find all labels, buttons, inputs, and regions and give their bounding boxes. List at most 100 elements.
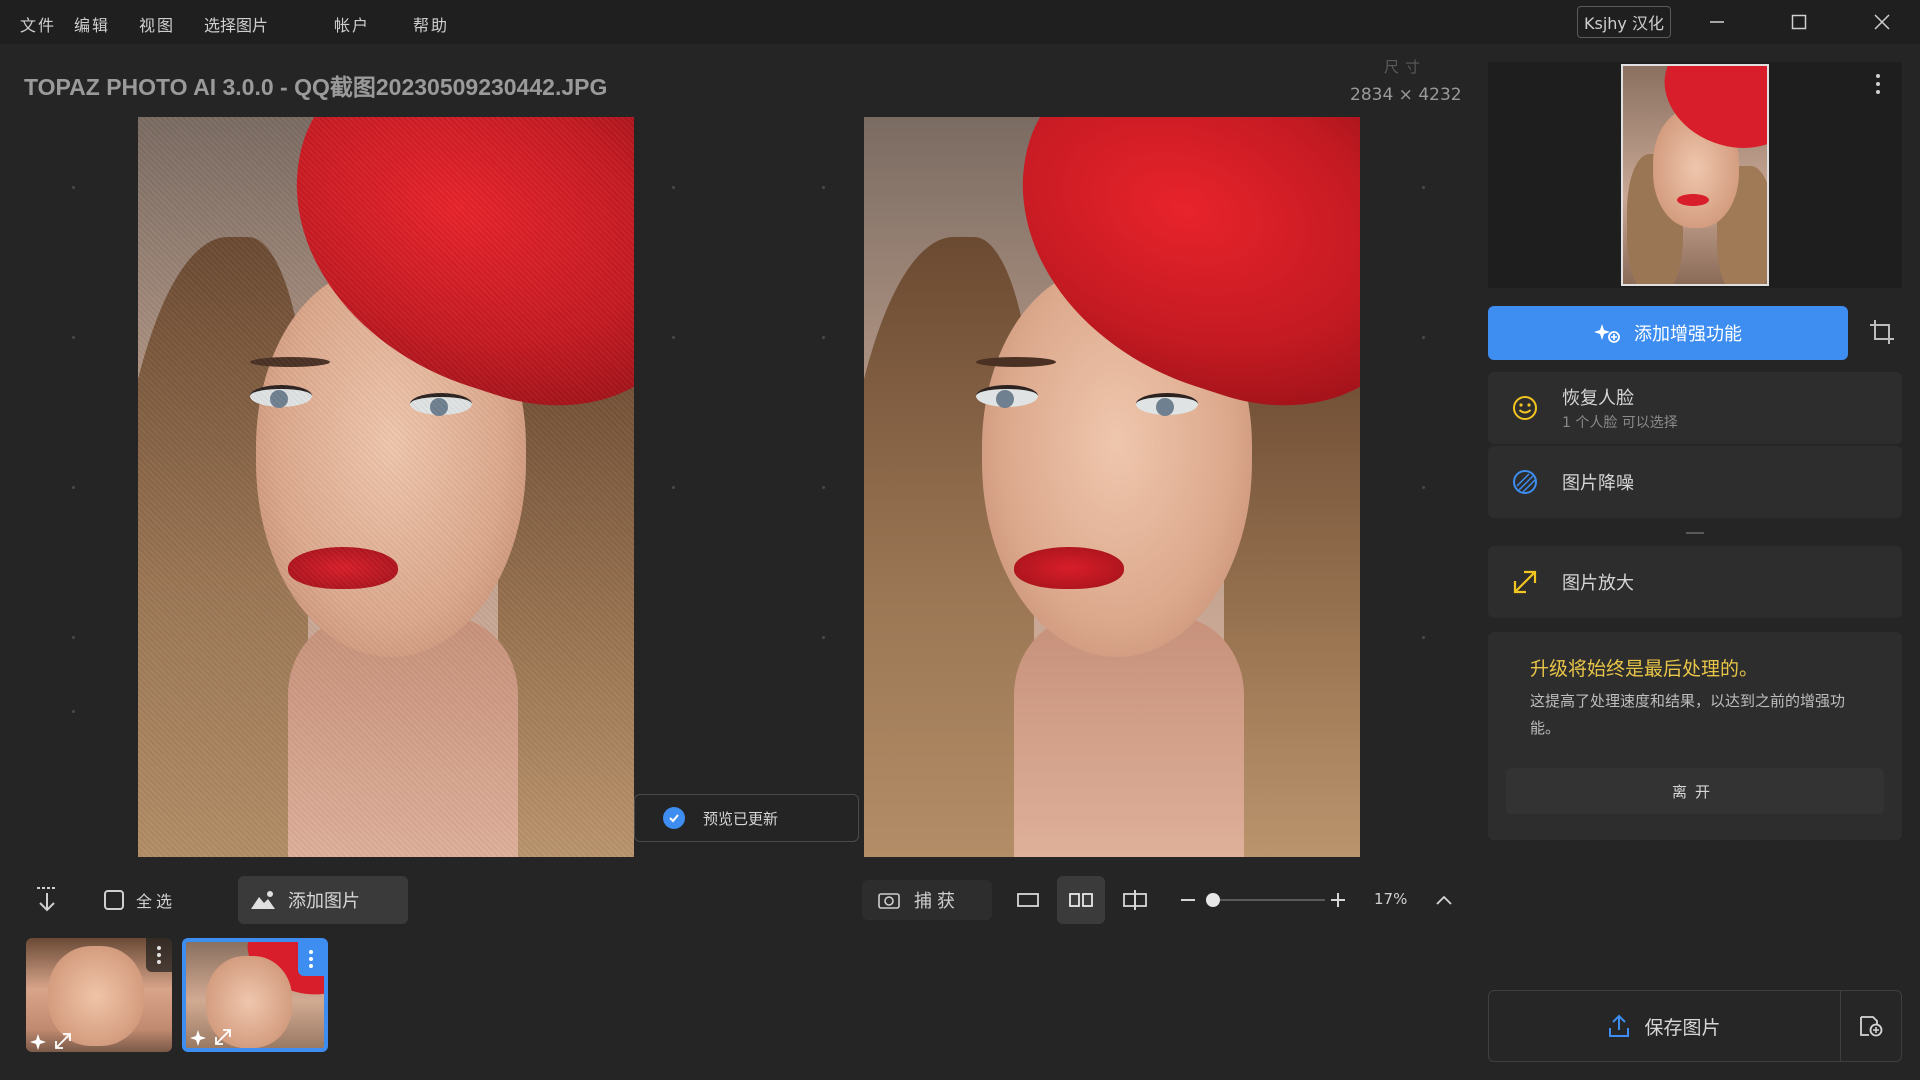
- save-area: 保存图片: [1488, 990, 1902, 1062]
- section-divider: [1686, 532, 1704, 534]
- thumbnail-menu-button[interactable]: [146, 938, 172, 972]
- zoom-in-button[interactable]: [1314, 876, 1362, 924]
- preview-canvas[interactable]: [0, 44, 1488, 864]
- sparkle-icon: [190, 1030, 206, 1046]
- select-all-label: 全选: [136, 892, 177, 911]
- maximize-button[interactable]: [1772, 6, 1826, 38]
- original-photo[interactable]: [138, 117, 634, 857]
- close-button[interactable]: [1855, 6, 1909, 38]
- split-view-button[interactable]: [1111, 876, 1159, 924]
- grid-dot: [72, 710, 75, 713]
- menu-view[interactable]: 视图: [139, 12, 175, 36]
- side-by-side-icon: [1069, 893, 1093, 907]
- thumbnail-badges: [190, 1028, 232, 1046]
- photo-face: [256, 267, 526, 657]
- smiley-icon: [1513, 396, 1537, 420]
- sparkles-add-icon: [1594, 324, 1620, 343]
- grid-dot: [822, 186, 825, 189]
- preview-status-toast: 预览已更新: [634, 794, 859, 842]
- mountain-image-icon: [251, 891, 275, 909]
- panel-menu-button[interactable]: [1876, 74, 1880, 94]
- add-image-button[interactable]: 添加图片: [238, 876, 408, 924]
- grid-dot: [672, 336, 675, 339]
- leave-button[interactable]: 离开: [1506, 768, 1884, 814]
- enhancement-denoise[interactable]: 图片降噪: [1488, 446, 1902, 518]
- navigator-thumbnail[interactable]: [1621, 64, 1769, 286]
- close-icon: [1874, 14, 1890, 30]
- navigator-preview[interactable]: [1488, 62, 1902, 288]
- save-image-button[interactable]: 保存图片: [1489, 991, 1841, 1061]
- side-by-side-view-button[interactable]: [1057, 876, 1105, 924]
- plus-icon: [1331, 893, 1345, 907]
- photo-eye: [250, 385, 312, 408]
- import-button[interactable]: [34, 876, 64, 924]
- photo-lips: [288, 547, 398, 589]
- grid-dot: [72, 486, 75, 489]
- photo-neck: [288, 617, 518, 857]
- sparkle-icon: [30, 1034, 46, 1050]
- single-view-icon: [1017, 893, 1039, 907]
- menu-select-image[interactable]: 选择图片: [204, 12, 268, 36]
- menu-edit[interactable]: 编辑: [74, 12, 110, 36]
- photo-eye: [410, 393, 472, 416]
- kebab-dot: [1876, 90, 1880, 94]
- capture-button[interactable]: 捕获: [862, 880, 992, 920]
- thumbnail-menu-button[interactable]: [298, 942, 324, 976]
- grid-dot: [72, 186, 75, 189]
- add-enhancement-label: 添加增强功能: [1634, 324, 1742, 345]
- zoom-slider-handle[interactable]: [1206, 893, 1221, 907]
- single-view-button[interactable]: [1004, 876, 1052, 924]
- grid-dot: [822, 486, 825, 489]
- zoom-out-button[interactable]: [1164, 876, 1212, 924]
- enhancement-title: 图片降噪: [1562, 473, 1634, 494]
- menu-account[interactable]: 帐户: [334, 12, 370, 36]
- photo-brow: [976, 357, 1056, 367]
- upscale-info-card: 升级将始终是最后处理的。 这提高了处理速度和结果，以达到之前的增强功能。 离开: [1488, 632, 1902, 840]
- enhancement-upscale[interactable]: 图片放大: [1488, 546, 1902, 618]
- menu-help[interactable]: 帮助: [413, 12, 449, 36]
- add-image-label: 添加图片: [288, 891, 360, 912]
- enhancement-subtitle: 1 个人脸 可以选择: [1562, 415, 1678, 431]
- export-settings-button[interactable]: [1841, 1014, 1901, 1038]
- language-button[interactable]: Ksjhy 汉化: [1577, 6, 1671, 38]
- filmstrip-thumbnail-selected[interactable]: [182, 938, 328, 1052]
- filmstrip-thumbnail[interactable]: [26, 938, 172, 1052]
- crop-icon: [1870, 320, 1894, 344]
- grid-dot: [1422, 636, 1425, 639]
- check-icon: [663, 807, 685, 829]
- save-image-label: 保存图片: [1644, 1016, 1721, 1039]
- minimize-icon: [1710, 21, 1724, 23]
- grid-dot: [1422, 336, 1425, 339]
- thumbnail-badges: [30, 1032, 72, 1050]
- kebab-icon: [309, 950, 313, 968]
- export-settings-icon: [1860, 1016, 1883, 1037]
- upscale-icon: [215, 1029, 231, 1045]
- enhancement-face-recovery[interactable]: 恢复人脸 1 个人脸 可以选择: [1488, 372, 1902, 444]
- enhanced-photo[interactable]: [864, 117, 1360, 857]
- maximize-icon: [1791, 14, 1807, 30]
- enhancement-title: 图片放大: [1562, 573, 1634, 594]
- kebab-dot: [1876, 74, 1880, 78]
- enhancement-title: 恢复人脸: [1562, 388, 1634, 409]
- photo-lips: [1014, 547, 1124, 589]
- minimize-button[interactable]: [1690, 6, 1744, 38]
- menu-file[interactable]: 文件: [20, 12, 56, 36]
- camera-icon: [878, 893, 900, 909]
- select-all-checkbox[interactable]: 全选: [104, 876, 176, 924]
- add-enhancement-button[interactable]: 添加增强功能: [1488, 306, 1848, 360]
- crop-button[interactable]: [1862, 312, 1902, 352]
- grid-dot: [1422, 486, 1425, 489]
- upscale-arrow-icon: [1513, 570, 1537, 594]
- photo-eye: [1136, 393, 1198, 416]
- photo-brow: [250, 357, 330, 367]
- collapse-filmstrip-button[interactable]: [1420, 876, 1468, 924]
- photo-beret: [247, 117, 634, 444]
- denoise-icon: [1513, 470, 1537, 494]
- zoom-slider-track[interactable]: [1207, 899, 1325, 901]
- kebab-icon: [157, 946, 161, 964]
- thumbnail-face: [48, 946, 144, 1046]
- split-view-icon: [1123, 890, 1147, 910]
- kebab-dot: [1876, 82, 1880, 86]
- mini-lips: [1677, 194, 1709, 206]
- grid-dot: [822, 636, 825, 639]
